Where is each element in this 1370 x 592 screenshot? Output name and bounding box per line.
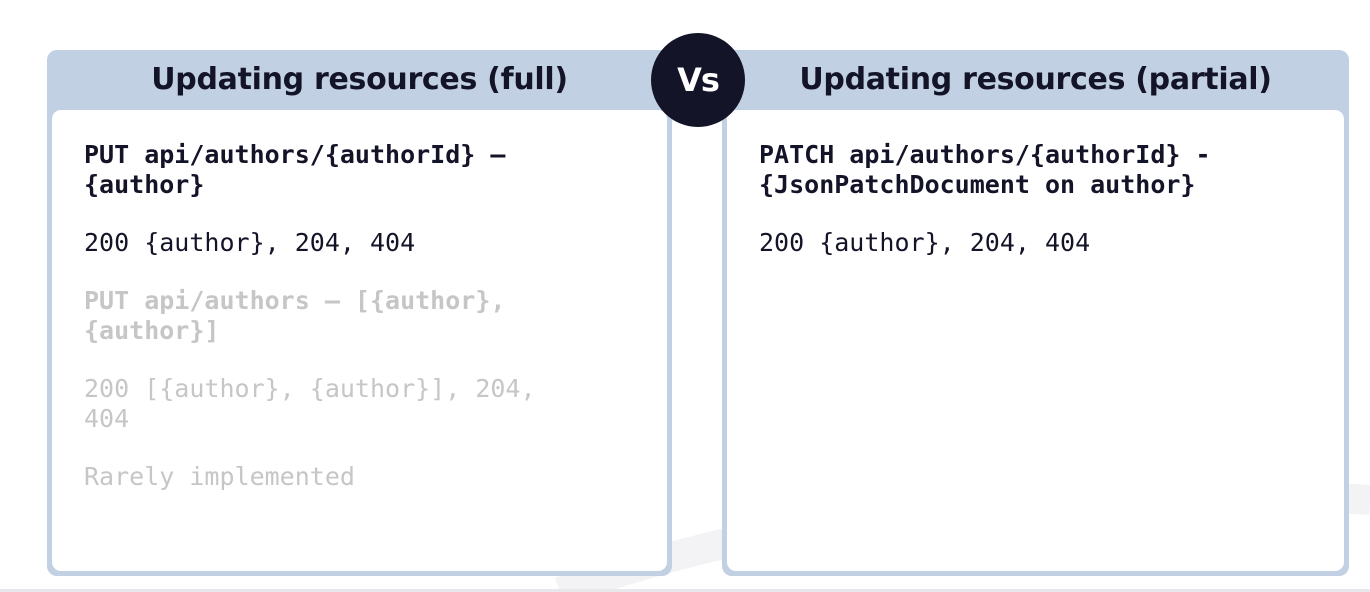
patch-response: 200 {author}, 204, 404: [759, 228, 1091, 257]
patch-request: PATCH api/authors/{authorId} - {JsonPatc…: [759, 140, 1211, 199]
put-single-response: 200 {author}, 204, 404: [84, 228, 416, 257]
left-panel-body: PUT api/authors/{authorId} – {author} 20…: [52, 110, 667, 571]
left-panel: Updating resources (full) PUT api/author…: [47, 50, 672, 576]
vs-badge: Vs: [651, 33, 745, 127]
left-panel-content: PUT api/authors/{authorId} – {author} 20…: [84, 140, 643, 520]
put-collection-response: 200 [{author}, {author}], 204, 404: [84, 374, 536, 433]
right-panel-body: PATCH api/authors/{authorId} - {JsonPatc…: [727, 110, 1344, 571]
left-panel-title: Updating resources (full): [151, 62, 568, 97]
right-panel-title: Updating resources (partial): [799, 62, 1272, 97]
right-panel-content: PATCH api/authors/{authorId} - {JsonPatc…: [759, 140, 1320, 286]
put-single-request: PUT api/authors/{authorId} – {author}: [84, 140, 506, 199]
put-collection-request: PUT api/authors – [{author}, {author}]: [84, 286, 506, 345]
right-panel: Updating resources (partial) PATCH api/a…: [722, 50, 1349, 576]
put-collection-note: Rarely implemented: [84, 462, 355, 491]
